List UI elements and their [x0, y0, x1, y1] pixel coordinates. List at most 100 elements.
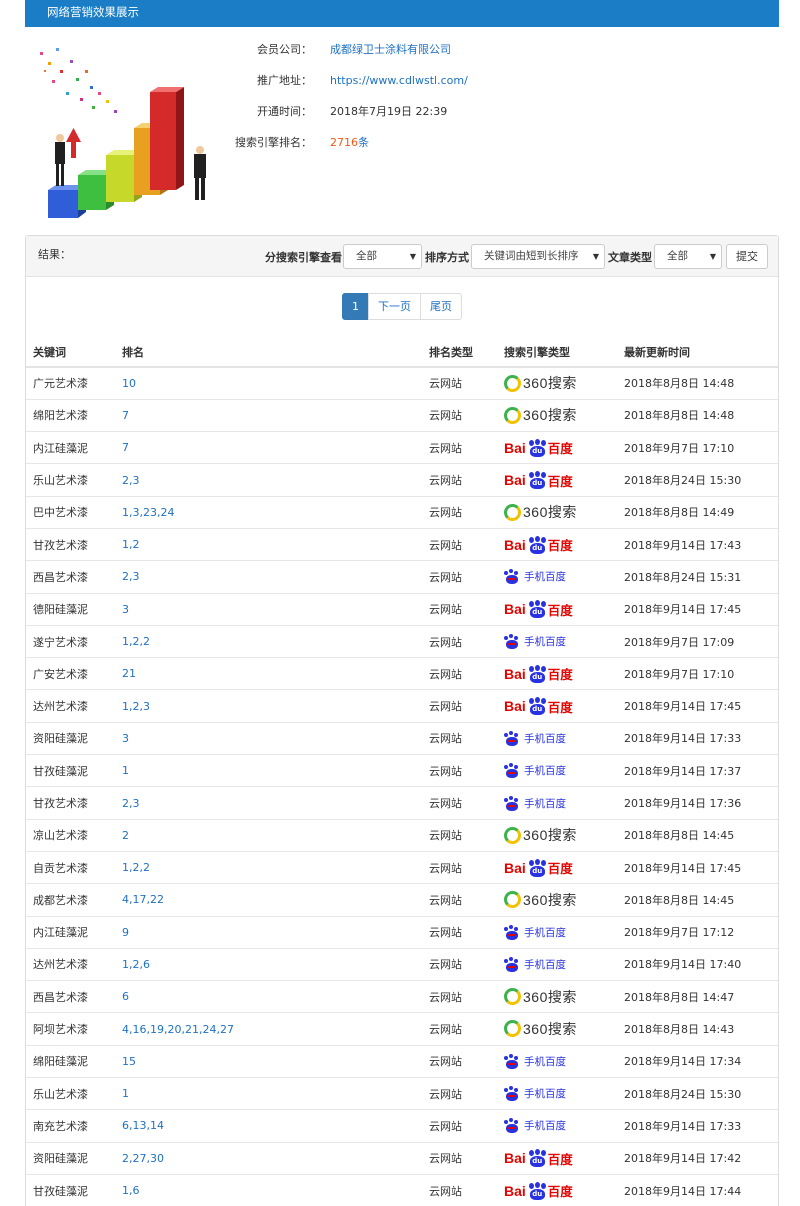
baidu-du-text: du	[529, 478, 545, 490]
cell-rank-type: 云网站	[422, 980, 497, 1013]
cell-rank-link[interactable]: 1,6	[115, 1173, 422, 1206]
cell-rank-link[interactable]: 4,17,22	[115, 883, 422, 917]
table-row: 乐山艺术漆 2,3 云网站 Bai du 百度 2018年8月24日 15:30	[26, 463, 778, 497]
cell-rank-link[interactable]: 2,3	[115, 463, 422, 497]
baidu-paw-icon: du	[527, 1149, 547, 1168]
article-type-select[interactable]: 全部 ▼	[654, 244, 722, 269]
360-ring-icon	[504, 1020, 521, 1038]
engine-baidu-logo: Bai du 百度	[504, 534, 573, 556]
page-current[interactable]: 1	[342, 293, 369, 320]
cell-rank-link[interactable]: 1,3,23,24	[115, 495, 422, 529]
baidu-bai-text: Bai	[504, 1150, 526, 1167]
cell-updated: 2018年9月14日 17:33	[617, 1109, 778, 1143]
cell-rank-link[interactable]: 4,16,19,20,21,24,27	[115, 1012, 422, 1046]
search-rank-value: 2716条	[330, 131, 369, 155]
cell-rank-link[interactable]: 9	[115, 915, 422, 949]
engine-mobile-baidu-logo: 手机百度	[504, 921, 566, 943]
baidu-paw-icon	[504, 795, 520, 811]
cell-rank-link[interactable]: 15	[115, 1044, 422, 1078]
engine-filter-select[interactable]: 全部 ▼	[343, 244, 422, 269]
cell-rank-type: 云网站	[422, 592, 497, 626]
cell-rank-type: 云网站	[422, 398, 497, 432]
engine-baidu-logo: Bai du 百度	[504, 598, 573, 620]
submit-button[interactable]: 提交	[726, 244, 768, 269]
promo-url-link[interactable]: https://www.cdlwstl.com/	[330, 69, 468, 93]
table-row: 达州艺术漆 1,2,6 云网站 手机百度 2018年9月14日 17:40	[26, 947, 778, 981]
cell-rank-link[interactable]: 6	[115, 980, 422, 1013]
cell-rank-type: 云网站	[422, 850, 497, 884]
baidu-cn-text: 百度	[547, 699, 573, 715]
engine-360-logo: 360搜索	[504, 1018, 577, 1040]
cell-rank-link[interactable]: 1,2,2	[115, 850, 422, 884]
baidu-paw-icon: du	[527, 438, 547, 457]
cell-rank-link[interactable]: 7	[115, 398, 422, 432]
cell-rank-link[interactable]: 1,2	[115, 527, 422, 561]
cell-rank-link[interactable]: 1,2,2	[115, 624, 422, 658]
mobile-baidu-text: 手机百度	[524, 797, 566, 810]
cell-updated: 2018年9月14日 17:37	[617, 754, 778, 787]
cell-updated: 2018年8月24日 15:30	[617, 1077, 778, 1110]
engine-mobile-baidu-logo: 手机百度	[504, 631, 566, 653]
cell-engine: Bai du 百度	[497, 850, 617, 884]
cell-engine: 手机百度	[497, 560, 617, 594]
cell-keyword: 乐山艺术漆	[26, 1077, 115, 1110]
cell-keyword: 甘孜硅藻泥	[26, 754, 115, 787]
search-rank-label: 搜索引擎排名：	[235, 136, 312, 149]
table-row: 南充艺术漆 6,13,14 云网站 手机百度 2018年9月14日 17:33	[26, 1109, 778, 1143]
baidu-du-text: du	[529, 704, 545, 716]
cell-rank-link[interactable]: 3	[115, 592, 422, 626]
cell-rank-type: 云网站	[422, 818, 497, 852]
cell-keyword: 内江硅藻泥	[26, 431, 115, 464]
cell-updated: 2018年8月8日 14:45	[617, 883, 778, 917]
cell-rank-type: 云网站	[422, 1109, 497, 1143]
cell-rank-link[interactable]: 2	[115, 818, 422, 852]
baidu-cn-text: 百度	[547, 473, 573, 489]
page-last[interactable]: 尾页	[420, 293, 462, 320]
engine-mobile-baidu-logo: 手机百度	[504, 792, 566, 814]
cell-keyword: 成都艺术漆	[26, 883, 115, 917]
page-next[interactable]: 下一页	[368, 293, 421, 320]
cell-rank-link[interactable]: 2,27,30	[115, 1141, 422, 1175]
cell-keyword: 资阳硅藻泥	[26, 721, 115, 755]
cell-rank-link[interactable]: 1	[115, 1077, 422, 1110]
cell-keyword: 绵阳硅藻泥	[26, 1044, 115, 1078]
engine-baidu-logo: Bai du 百度	[504, 437, 573, 459]
engine-baidu-logo: Bai du 百度	[504, 1180, 573, 1202]
cell-rank-link[interactable]: 1,2,6	[115, 947, 422, 981]
member-company-row: 会员公司： 成都绿卫士涂料有限公司	[238, 38, 638, 69]
article-type-value: 全部	[667, 250, 688, 262]
engine-360-logo: 360搜索	[504, 501, 577, 523]
cell-rank-link[interactable]: 3	[115, 721, 422, 755]
promo-url-label: 推广地址：	[257, 74, 312, 87]
table-row: 资阳硅藻泥 3 云网站 手机百度 2018年9月14日 17:33	[26, 721, 778, 755]
baidu-bai-text: Bai	[504, 601, 526, 618]
baidu-du-text: du	[529, 445, 545, 457]
cell-updated: 2018年9月14日 17:45	[617, 850, 778, 884]
cell-rank-link[interactable]: 6,13,14	[115, 1109, 422, 1143]
cell-keyword: 甘孜艺术漆	[26, 786, 115, 820]
baidu-cn-text: 百度	[547, 861, 573, 877]
baidu-paw-icon: du	[527, 697, 547, 716]
cell-rank-link[interactable]: 21	[115, 657, 422, 690]
cell-rank-link[interactable]: 7	[115, 431, 422, 464]
cell-engine: 手机百度	[497, 1109, 617, 1143]
open-time-row: 开通时间： 2018年7月19日 22:39	[238, 100, 638, 131]
mobile-baidu-text: 手机百度	[524, 571, 566, 584]
businessman-left	[55, 134, 65, 186]
360-ring-icon	[504, 988, 521, 1006]
table-row: 德阳硅藻泥 3 云网站 Bai du 百度 2018年9月14日 17:45	[26, 592, 778, 626]
cell-rank-link[interactable]: 10	[115, 366, 422, 400]
cell-engine: 360搜索	[497, 818, 617, 852]
cell-rank-link[interactable]: 2,3	[115, 560, 422, 594]
cell-rank-link[interactable]: 1,2,3	[115, 689, 422, 723]
member-company-link[interactable]: 成都绿卫士涂料有限公司	[330, 38, 451, 62]
table-row: 西昌艺术漆 2,3 云网站 手机百度 2018年8月24日 15:31	[26, 560, 778, 594]
cell-rank-link[interactable]: 2,3	[115, 786, 422, 820]
360-ring-icon	[504, 374, 521, 392]
cell-updated: 2018年9月14日 17:40	[617, 947, 778, 981]
cell-updated: 2018年9月7日 17:09	[617, 624, 778, 658]
sort-select[interactable]: 关键词由短到长排序 ▼	[471, 244, 605, 269]
cell-rank-type: 云网站	[422, 1077, 497, 1110]
mobile-baidu-text: 手机百度	[524, 958, 566, 971]
cell-rank-link[interactable]: 1	[115, 754, 422, 787]
